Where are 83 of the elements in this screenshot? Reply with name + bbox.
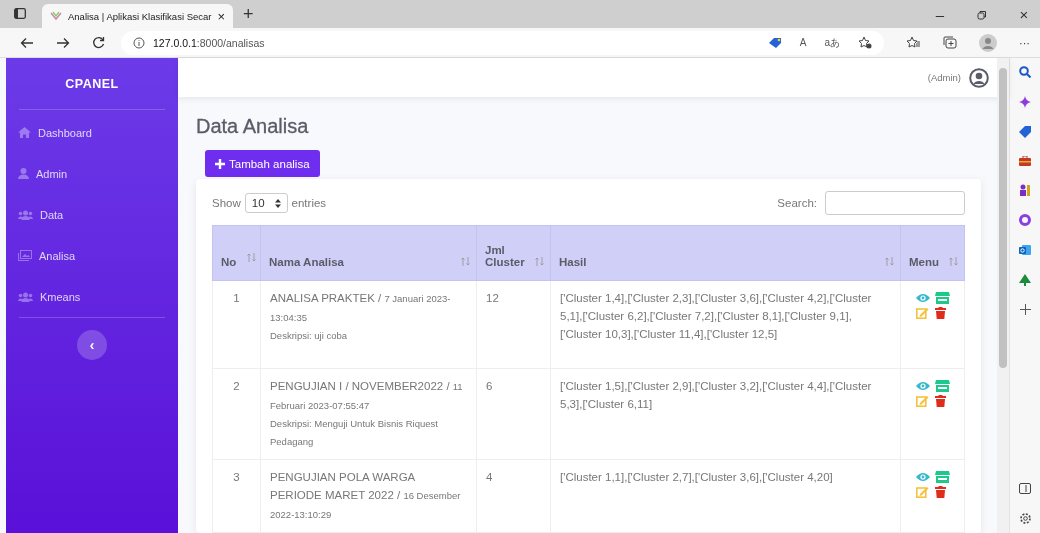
analysis-name: PENGUJIAN POLA WARGA PERIODE MARET 2022 / 16 Desember 2022-13:10:29 (270, 470, 462, 522)
analysis-description: Deskripsi: Menguji Untuk Bisnis Riquest Pedagang (270, 417, 439, 449)
tab-title: Analisa | Aplikasi Klasifikasi Secar (68, 10, 212, 22)
close-button[interactable]: × (1008, 6, 1040, 23)
table-cell: 2 (212, 368, 261, 460)
restore-icon[interactable] (977, 10, 987, 20)
sidebar-item[interactable]: Admin (6, 153, 178, 194)
delete-icon[interactable] (934, 486, 946, 498)
analysis-description: Deskripsi: uji coba (270, 329, 349, 343)
plus-icon (215, 158, 225, 169)
new-tab-button[interactable]: + (243, 4, 254, 25)
column-header[interactable]: Menu (900, 225, 965, 281)
sidebar-item[interactable]: Data (6, 194, 178, 235)
sort-caret-icon (274, 198, 281, 208)
tab-actions-icon[interactable] (14, 8, 26, 19)
collections-icon[interactable] (943, 36, 957, 49)
table-cell: 1 (212, 280, 261, 369)
user-name[interactable]: (Admin) (927, 72, 961, 83)
sort-icon (949, 257, 958, 266)
plus-icon[interactable] (1019, 304, 1031, 315)
browser-tab[interactable]: Analisa | Aplikasi Klasifikasi Secar × (42, 4, 234, 28)
add-favorite-icon[interactable] (858, 36, 872, 49)
favorites-icon[interactable] (906, 36, 921, 49)
refresh-icon[interactable] (92, 36, 105, 49)
table-cell: 12 (476, 280, 551, 369)
analysis-name: ANALISA PRAKTEK / 7 Januari 2023-13:04:35 (270, 291, 452, 325)
sidebar-item[interactable]: Kmeans (6, 276, 178, 317)
users-icon (18, 291, 33, 302)
table-cell: 6 (476, 368, 551, 460)
circle-icon[interactable] (1019, 214, 1031, 226)
tag-icon[interactable] (767, 36, 782, 49)
read-aloud-button[interactable]: A (799, 37, 807, 48)
table-cell: ['Cluster 1,1],['Cluster 2,7],['Cluster 3,6],['Cluster 4,20] (550, 459, 901, 533)
table-cell: ['Cluster 1,5],['Cluster 2,9],['Cluster 3,2],['Cluster 4,4],['Cluster 5,3],['Cluster 6,11] (550, 368, 901, 460)
address-bar[interactable]: 127.0.0.1:8000/analisas A aあ (121, 30, 884, 55)
briefcase-icon[interactable] (1019, 156, 1031, 166)
search-icon[interactable] (1019, 66, 1031, 78)
home-icon (18, 127, 31, 138)
delete-icon[interactable] (934, 395, 946, 407)
column-header[interactable]: Jml Cluster (476, 225, 551, 281)
sort-icon (461, 257, 470, 266)
users-icon (18, 209, 33, 220)
table-cell: ['Cluster 1,4],['Cluster 2,3],['Cluster 3,6],['Cluster 4,2],['Cluster 5,1],['Cluster 6,2],['Cluster 7,2],['Cluster 8,1],['Cluster 9,1],['Cluster 10,3],['Cluster 11,4],['Cluster 12,5] (550, 280, 901, 369)
brand-title: CPANEL (64, 76, 120, 93)
sparkle-icon[interactable] (1019, 96, 1031, 108)
translate-button[interactable]: aあ (824, 35, 840, 50)
favicon-icon (50, 11, 62, 21)
delete-icon[interactable] (934, 307, 946, 319)
tag-icon[interactable] (1019, 126, 1031, 138)
images-icon (18, 250, 32, 261)
add-analysis-button[interactable]: Tambah analisa (205, 150, 320, 177)
mail-icon[interactable] (1019, 244, 1031, 256)
settings-icon[interactable] (1018, 512, 1032, 525)
sidebar-icon[interactable] (1019, 483, 1031, 494)
back-icon[interactable] (20, 36, 34, 49)
sort-icon (535, 257, 544, 266)
table-cell: 4 (476, 459, 551, 533)
search-label: Search: (777, 197, 817, 209)
column-header[interactable]: No (212, 225, 261, 281)
user-avatar-icon[interactable] (969, 67, 989, 88)
search-field[interactable] (825, 191, 965, 215)
sidebar-item[interactable]: Analisa (6, 235, 178, 276)
more-button[interactable]: ··· (1019, 36, 1030, 49)
forward-icon[interactable] (56, 36, 70, 49)
minimize-button[interactable]: – (924, 6, 956, 23)
sidebar-toggle-button[interactable]: ‹ (77, 330, 107, 360)
sort-icon (885, 257, 894, 266)
tree-icon[interactable] (1019, 274, 1031, 286)
scrollbar[interactable] (997, 58, 1009, 533)
page-title: Data Analisa (196, 115, 309, 138)
sort-icon (247, 253, 256, 262)
entries-label: entries (291, 197, 327, 209)
info-icon (133, 36, 145, 49)
entries-select[interactable]: 10 (244, 193, 288, 213)
user-icon (18, 168, 29, 179)
analysis-name: PENGUJIAN I / NOVEMBER2022 / 11 Februari 2023-07:55:47 (270, 379, 464, 413)
column-header[interactable]: Nama Analisa (260, 225, 477, 281)
profile-icon[interactable] (979, 33, 997, 52)
show-label: Show (212, 197, 241, 209)
sidebar-item[interactable]: Dashboard (6, 112, 178, 153)
table-cell: 3 (212, 459, 261, 533)
column-header[interactable]: Hasil (550, 225, 901, 281)
close-tab-button[interactable]: × (217, 8, 226, 24)
